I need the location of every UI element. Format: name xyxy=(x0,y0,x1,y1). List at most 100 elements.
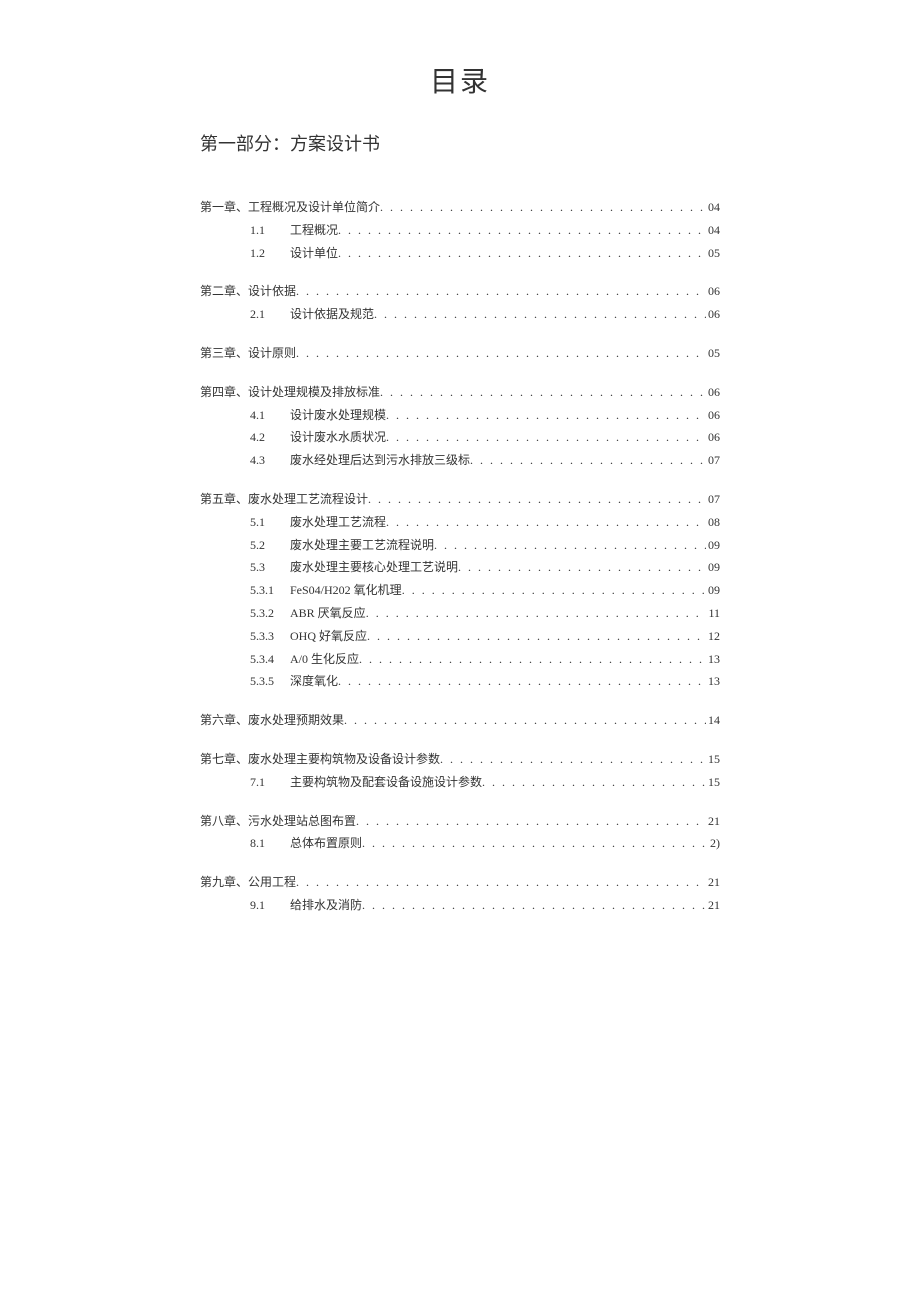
toc-number: 2.1 xyxy=(250,303,290,326)
toc-label: 设计废水水质状况 xyxy=(290,426,386,449)
toc-leader-dots xyxy=(296,342,706,365)
toc-label: 第七章、废水处理主要构筑物及设备设计参数 xyxy=(200,748,440,771)
toc-page-number: 08 xyxy=(706,511,720,534)
toc-leader-dots xyxy=(362,894,706,917)
toc-entry: 7.1主要构筑物及配套设备设施设计参数15 xyxy=(200,771,720,794)
toc-leader-dots xyxy=(296,280,706,303)
toc-number: 5.3.2 xyxy=(250,602,290,625)
toc-label: 第六章、废水处理预期效果 xyxy=(200,709,344,732)
toc-leader-dots xyxy=(458,556,706,579)
toc-leader-dots xyxy=(344,709,706,732)
toc-label: 设计单位 xyxy=(290,242,338,265)
toc-page-number: 11 xyxy=(706,602,720,625)
toc-label: 深度氧化 xyxy=(290,670,338,693)
toc-label: A/0 生化反应 xyxy=(290,648,359,671)
toc-entry: 第三章、设计原则 05 xyxy=(200,342,720,365)
toc-leader-dots xyxy=(296,871,706,894)
toc-leader-dots xyxy=(368,488,706,511)
toc-label: 第五章、废水处理工艺流程设计 xyxy=(200,488,368,511)
toc-label: 总体布置原则 xyxy=(290,832,362,855)
toc-page-number: 09 xyxy=(706,534,720,557)
toc-leader-dots xyxy=(380,381,706,404)
toc-number: 5.3.5 xyxy=(250,670,290,693)
toc-page-number: 05 xyxy=(706,342,720,365)
toc-entry: 5.3.5深度氧化 13 xyxy=(200,670,720,693)
toc-label: 废水处理主要核心处理工艺说明 xyxy=(290,556,458,579)
toc-entry: 5.1废水处理工艺流程 08 xyxy=(200,511,720,534)
toc-page-number: 21 xyxy=(706,894,720,917)
toc-number: 5.1 xyxy=(250,511,290,534)
toc-label: 设计依据及规范 xyxy=(290,303,374,326)
toc-entry: 第六章、废水处理预期效果 14 xyxy=(200,709,720,732)
toc-entry: 8.1总体布置原则 2) xyxy=(200,832,720,855)
toc-leader-dots xyxy=(367,625,706,648)
toc-entry: 5.3废水处理主要核心处理工艺说明 09 xyxy=(200,556,720,579)
toc-page-number: 13 xyxy=(706,670,720,693)
toc-label: OHQ 好氧反应 xyxy=(290,625,367,648)
toc-number: 7.1 xyxy=(250,771,290,794)
toc-label: 废水处理主要工艺流程说明 xyxy=(290,534,434,557)
page-container: 目录 第一部分：方案设计书 第一章、工程概况及设计单位简介041.1工程概况04… xyxy=(200,60,720,917)
toc-number: 1.1 xyxy=(250,219,290,242)
toc-label: ABR 厌氧反应 xyxy=(290,602,366,625)
toc-page-number: 14 xyxy=(706,709,720,732)
toc-entry: 第一章、工程概况及设计单位简介04 xyxy=(200,196,720,219)
toc-leader-dots xyxy=(402,579,706,602)
toc-number: 4.1 xyxy=(250,404,290,427)
toc-leader-dots xyxy=(386,404,706,427)
toc-label: 第八章、污水处理站总图布置 xyxy=(200,810,356,833)
toc-page-number: 09 xyxy=(706,579,720,602)
toc-entry: 第九章、公用工程 21 xyxy=(200,871,720,894)
toc-number: 5.3 xyxy=(250,556,290,579)
toc-number: 8.1 xyxy=(250,832,290,855)
toc-page-number: 06 xyxy=(706,381,720,404)
toc-entry: 第八章、污水处理站总图布置 21 xyxy=(200,810,720,833)
toc-leader-dots xyxy=(440,748,706,771)
toc-leader-dots xyxy=(386,511,706,534)
toc-entry: 9.1给排水及消防21 xyxy=(200,894,720,917)
toc-leader-dots xyxy=(338,242,706,265)
toc-leader-dots xyxy=(374,303,706,326)
toc-leader-dots xyxy=(362,832,708,855)
toc-number: 4.2 xyxy=(250,426,290,449)
toc-page-number: 21 xyxy=(706,810,720,833)
toc-entry: 第五章、废水处理工艺流程设计07 xyxy=(200,488,720,511)
toc-label: FeS04/H202 氧化机理 xyxy=(290,579,402,602)
toc-label: 第九章、公用工程 xyxy=(200,871,296,894)
toc-label: 设计废水处理规模 xyxy=(290,404,386,427)
toc-page-number: 04 xyxy=(706,196,720,219)
toc-entry: 5.3.2ABR 厌氧反应 11 xyxy=(200,602,720,625)
toc-page-number: 06 xyxy=(706,426,720,449)
toc-entry: 第四章、设计处理规模及排放标准06 xyxy=(200,381,720,404)
toc-page-number: 2) xyxy=(708,832,720,855)
toc-entry: 1.1工程概况 04 xyxy=(200,219,720,242)
toc-entry: 第七章、废水处理主要构筑物及设备设计参数 15 xyxy=(200,748,720,771)
toc-number: 5.3.1 xyxy=(250,579,290,602)
toc-page-number: 15 xyxy=(706,748,720,771)
toc-page-number: 09 xyxy=(706,556,720,579)
toc-number: 5.3.3 xyxy=(250,625,290,648)
toc-leader-dots xyxy=(386,426,706,449)
toc-entry: 4.1设计废水处理规模06 xyxy=(200,404,720,427)
toc-label: 废水处理工艺流程 xyxy=(290,511,386,534)
toc-entry: 1.2设计单位 05 xyxy=(200,242,720,265)
toc-page-number: 21 xyxy=(706,871,720,894)
toc-page-number: 05 xyxy=(706,242,720,265)
toc-page-number: 07 xyxy=(706,449,720,472)
toc-leader-dots xyxy=(356,810,706,833)
toc-leader-dots xyxy=(380,196,706,219)
toc-label: 第三章、设计原则 xyxy=(200,342,296,365)
toc-entry: 4.3废水经处理后达到污水排放三级标07 xyxy=(200,449,720,472)
toc-page-number: 04 xyxy=(706,219,720,242)
toc-label: 第二章、设计依据 xyxy=(200,280,296,303)
toc-number: 1.2 xyxy=(250,242,290,265)
toc-number: 9.1 xyxy=(250,894,290,917)
toc-label: 工程概况 xyxy=(290,219,338,242)
toc-leader-dots xyxy=(482,771,706,794)
toc-page-number: 06 xyxy=(706,303,720,326)
toc-label: 主要构筑物及配套设备设施设计参数 xyxy=(290,771,482,794)
toc-list: 第一章、工程概况及设计单位简介041.1工程概况 04 1.2设计单位 05 第二章、设… xyxy=(200,196,720,917)
toc-leader-dots xyxy=(470,449,706,472)
toc-entry: 5.2废水处理主要工艺流程说明09 xyxy=(200,534,720,557)
toc-entry: 5.3.3OHQ 好氧反应12 xyxy=(200,625,720,648)
